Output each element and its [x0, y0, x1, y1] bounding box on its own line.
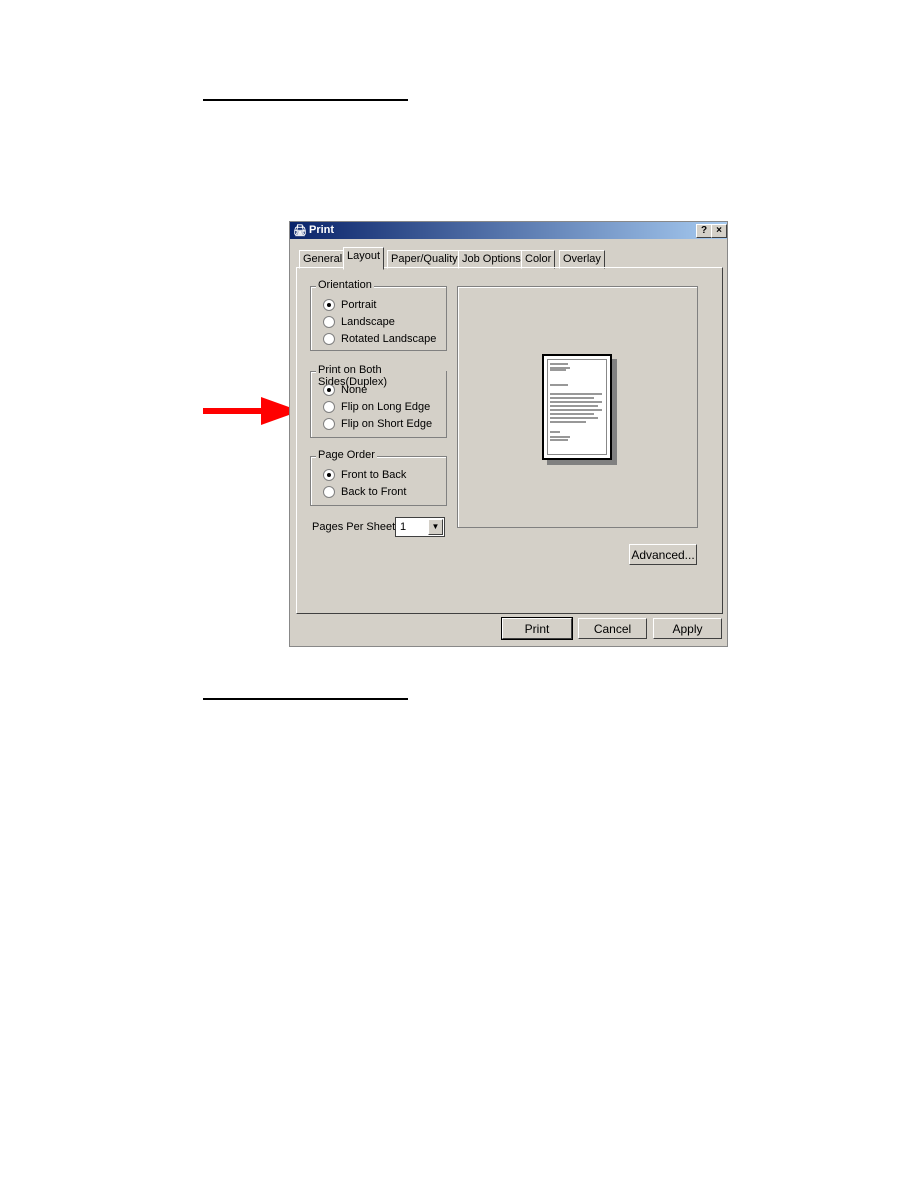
radio-portrait[interactable]: Portrait	[323, 298, 376, 312]
radio-label: None	[341, 384, 368, 396]
orientation-label: Orientation	[316, 279, 374, 291]
radio-icon	[323, 486, 335, 498]
radio-label: Rotated Landscape	[341, 333, 437, 345]
radio-label: Front to Back	[341, 469, 407, 481]
dialog-title: Print	[309, 224, 335, 236]
pages-per-sheet-select[interactable]: 1 ▼	[395, 517, 445, 537]
radio-checked-icon	[323, 299, 335, 311]
print-dialog: 🖨 Print ? × General Layout Paper/Quality…	[289, 221, 728, 647]
top-rule	[203, 99, 408, 101]
radio-checked-icon	[323, 384, 335, 396]
radio-landscape[interactable]: Landscape	[323, 315, 395, 329]
advanced-button[interactable]: Advanced...	[629, 544, 697, 565]
radio-long-edge[interactable]: Flip on Long Edge	[323, 400, 430, 414]
radio-label: Portrait	[341, 299, 377, 311]
red-arrow-icon	[203, 397, 300, 425]
help-button[interactable]: ?	[696, 224, 712, 238]
orientation-group: Orientation Portrait Landscape Rotated L…	[310, 279, 447, 351]
radio-label: Back to Front	[341, 486, 407, 498]
preview-box	[457, 286, 698, 528]
printer-icon: 🖨	[293, 225, 307, 237]
radio-icon	[323, 418, 335, 430]
bottom-rule	[203, 698, 408, 700]
radio-front-to-back[interactable]: Front to Back	[323, 468, 406, 482]
radio-rotated-landscape[interactable]: Rotated Landscape	[323, 332, 436, 346]
print-button[interactable]: Print	[501, 617, 573, 640]
radio-label: Landscape	[341, 316, 395, 328]
tab-layout[interactable]: Layout	[343, 247, 385, 270]
duplex-group: Print on Both Sides(Duplex) None Flip on…	[310, 364, 447, 438]
radio-label: Flip on Short Edge	[341, 418, 433, 430]
page-preview-icon	[542, 354, 612, 460]
page-order-label: Page Order	[316, 449, 377, 461]
apply-button[interactable]: Apply	[653, 618, 722, 639]
title-bar: 🖨 Print ? ×	[290, 222, 727, 239]
radio-short-edge[interactable]: Flip on Short Edge	[323, 417, 432, 431]
cancel-button[interactable]: Cancel	[578, 618, 647, 639]
radio-icon	[323, 333, 335, 345]
pages-per-sheet-label: Pages Per Sheet:	[312, 521, 399, 533]
radio-icon	[323, 316, 335, 328]
radio-none[interactable]: None	[323, 383, 367, 397]
select-value: 1	[400, 521, 407, 533]
close-button[interactable]: ×	[711, 224, 727, 238]
layout-panel: Orientation Portrait Landscape Rotated L…	[296, 267, 723, 614]
page-order-group: Page Order Front to Back Back to Front	[310, 449, 447, 506]
radio-label: Flip on Long Edge	[341, 401, 431, 413]
radio-checked-icon	[323, 469, 335, 481]
radio-back-to-front[interactable]: Back to Front	[323, 485, 406, 499]
chevron-down-icon[interactable]: ▼	[428, 519, 443, 535]
radio-icon	[323, 401, 335, 413]
